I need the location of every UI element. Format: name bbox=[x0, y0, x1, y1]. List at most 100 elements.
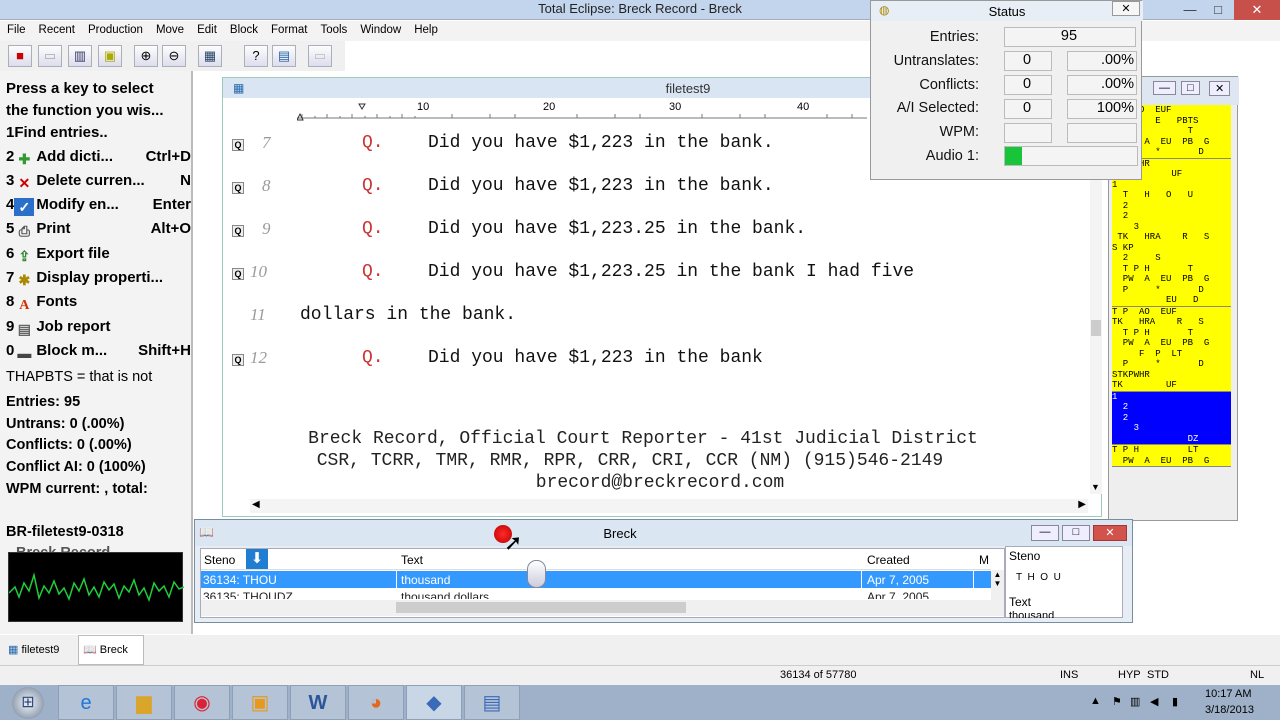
minimize-button[interactable]: — bbox=[1176, 0, 1204, 20]
flag-icon[interactable]: ⚑ bbox=[1112, 695, 1122, 708]
scroll-right-icon[interactable]: ▶ bbox=[1078, 499, 1086, 510]
menu-edit[interactable]: Edit bbox=[190, 21, 223, 36]
toolbar: ■ ▭ ▥ ▣ ⊕ ⊖ ▦ ? ▤ ▭ bbox=[0, 41, 345, 71]
steno-block[interactable]: STKPWHR TK UF1 T H O U 2 2 3 TK HRA R SS… bbox=[1112, 158, 1231, 307]
function-block-mark[interactable]: 0 ▬ Block m... Shift+H bbox=[6, 342, 191, 362]
help-icon[interactable]: ? bbox=[244, 45, 268, 67]
menu-recent[interactable]: Recent bbox=[32, 21, 81, 36]
properties-icon: ✱ bbox=[18, 272, 31, 288]
columns-icon[interactable]: ▥ bbox=[68, 45, 92, 67]
column-steno[interactable]: Steno bbox=[204, 553, 235, 567]
menu-tools[interactable]: Tools bbox=[313, 21, 353, 36]
note-icon[interactable]: ▣ bbox=[98, 45, 122, 67]
stop-icon[interactable]: ■ bbox=[8, 45, 32, 67]
editor-scroll-thumb[interactable] bbox=[1091, 320, 1101, 336]
page-icon[interactable]: ▭ bbox=[38, 45, 62, 67]
function-fonts[interactable]: 8 A Fonts bbox=[6, 293, 191, 315]
status-label-conflicts: Conflicts: bbox=[919, 77, 979, 93]
steno-maximize-button[interactable]: □ bbox=[1181, 81, 1200, 95]
column-created[interactable]: Created bbox=[867, 553, 910, 567]
maximize-button[interactable]: □ bbox=[1204, 0, 1232, 20]
document-icon[interactable]: ▤ bbox=[272, 45, 296, 67]
menu-file[interactable]: File bbox=[0, 21, 32, 36]
line-number: 8 bbox=[262, 176, 271, 195]
transcript-line[interactable]: dollars in the bank. bbox=[300, 305, 516, 325]
clock-date[interactable]: 3/18/2013 bbox=[1205, 704, 1254, 716]
nl-indicator: NL bbox=[1250, 669, 1265, 681]
chrome-icon[interactable]: ◉ bbox=[174, 685, 230, 720]
close-button[interactable]: ✕ bbox=[1234, 0, 1280, 20]
function-export-file[interactable]: 6 ⇪ Export file bbox=[6, 245, 191, 265]
eclipse-icon[interactable]: ◆ bbox=[406, 685, 462, 720]
function-modify-entry[interactable]: 4 ✓ Modify en... Enter bbox=[6, 196, 191, 216]
speaker-label: Q. bbox=[362, 262, 384, 282]
zoom-in-icon[interactable]: ⊕ bbox=[134, 45, 158, 67]
transcript-line[interactable]: Did you have $1,223 in the bank. bbox=[428, 176, 774, 196]
tab-filetest9[interactable]: ▦ filetest9 bbox=[8, 637, 78, 663]
zoom-out-icon[interactable]: ⊖ bbox=[162, 45, 186, 67]
word-icon[interactable]: W bbox=[290, 685, 346, 720]
question-marker: Q bbox=[232, 139, 244, 151]
column-m[interactable]: M bbox=[979, 553, 989, 567]
status-untranslates-count: 0 bbox=[1004, 51, 1052, 71]
scroll-left-icon[interactable]: ◀ bbox=[252, 499, 260, 510]
function-delete-current[interactable]: 3 ✕ Delete curren... N bbox=[6, 172, 191, 192]
transcript-line[interactable]: Did you have $1,223 in the bank bbox=[428, 348, 763, 368]
transcript-line[interactable]: Did you have $1,223.25 in the bank. bbox=[428, 219, 806, 239]
power-icon[interactable]: ▮ bbox=[1172, 695, 1178, 708]
footer-line-1: Breck Record, Official Court Reporter - … bbox=[308, 429, 978, 449]
table-scroll-thumb[interactable] bbox=[396, 602, 686, 613]
preview-text-value: thousand bbox=[1009, 610, 1055, 618]
blank-icon[interactable]: ▭ bbox=[308, 45, 332, 67]
dictionary-close-button[interactable]: ✕ bbox=[1093, 525, 1127, 541]
scroll-down-icon[interactable]: ▼ bbox=[1091, 482, 1100, 492]
menu-move[interactable]: Move bbox=[149, 21, 190, 36]
steno-block[interactable]: 1 2 2 3 DZ bbox=[1112, 391, 1231, 445]
steno-block[interactable]: T P H LT PW A EU PB G bbox=[1112, 445, 1231, 467]
ie-icon[interactable]: e bbox=[58, 685, 114, 720]
volume-icon[interactable]: ◀ bbox=[1150, 695, 1158, 708]
stat-untrans: Untrans: 0 (.00%) bbox=[6, 416, 125, 432]
function-find-entries[interactable]: 1Find entries.. bbox=[6, 124, 191, 141]
function-display-properties[interactable]: 7 ✱ Display properti... bbox=[6, 269, 191, 289]
steno-stroke: TK HRA R S bbox=[1112, 232, 1210, 242]
sort-down-arrow-icon[interactable]: ⬇ bbox=[246, 549, 268, 569]
video-icon[interactable]: ▤ bbox=[464, 685, 520, 720]
menu-block[interactable]: Block bbox=[223, 21, 264, 36]
table-row[interactable]: 36135: THOUDZ thousand dollars Apr 7, 20… bbox=[201, 589, 991, 599]
table-row[interactable]: 36134: THOU thousand Apr 7, 2005 bbox=[201, 570, 991, 588]
steno-stroke: 2 bbox=[1112, 412, 1129, 423]
menu-production[interactable]: Production bbox=[81, 21, 149, 36]
tray-arrow-icon[interactable]: ▲ bbox=[1090, 695, 1101, 707]
clock-time[interactable]: 10:17 AM bbox=[1205, 688, 1251, 700]
transcript-line[interactable]: Did you have $1,223 in the bank. bbox=[428, 133, 774, 153]
function-job-report[interactable]: 9 ▤ Job report bbox=[6, 318, 191, 338]
explorer-icon[interactable]: ▆ bbox=[116, 685, 172, 720]
status-close-button[interactable]: ✕ bbox=[1112, 1, 1140, 16]
editor-horizontal-scrollbar[interactable]: ◀ ▶ bbox=[250, 499, 1088, 513]
preview-text-label: Text bbox=[1009, 595, 1032, 609]
dictionary-maximize-button[interactable]: □ bbox=[1062, 525, 1090, 541]
firefox-icon[interactable]: ◕ bbox=[348, 685, 404, 720]
ruler[interactable]: 10 20 30 40 bbox=[296, 100, 867, 122]
transcript-line[interactable]: Did you have $1,223.25 in the bank I had… bbox=[428, 262, 914, 282]
menu-format[interactable]: Format bbox=[264, 21, 313, 36]
status-conflicts-count: 0 bbox=[1004, 75, 1052, 95]
table-vertical-scrollbar[interactable]: ▲ ▼ bbox=[991, 570, 1004, 616]
function-add-dictionary[interactable]: 2 ✚ Add dicti... Ctrl+D bbox=[6, 148, 191, 168]
function-print[interactable]: 5 ⎙ Print Alt+O bbox=[6, 220, 191, 240]
row-text: thousand bbox=[401, 573, 451, 587]
image-icon[interactable]: ▦ bbox=[198, 45, 222, 67]
menu-window[interactable]: Window bbox=[353, 21, 407, 36]
start-button[interactable]: ⊞ bbox=[12, 687, 44, 719]
column-text[interactable]: Text bbox=[401, 553, 423, 567]
menu-help[interactable]: Help bbox=[407, 21, 444, 36]
dictionary-minimize-button[interactable]: — bbox=[1031, 525, 1059, 541]
steno-block[interactable]: T P AO EUF TK HRA R S T P H T PW A EU PB … bbox=[1112, 306, 1231, 392]
network-icon[interactable]: ▥ bbox=[1130, 695, 1140, 708]
outlook-icon[interactable]: ▣ bbox=[232, 685, 288, 720]
tab-breck[interactable]: 📖 Breck bbox=[78, 635, 144, 665]
steno-close-button[interactable]: ✕ bbox=[1209, 81, 1231, 96]
steno-minimize-button[interactable]: — bbox=[1153, 81, 1176, 95]
table-horizontal-scrollbar[interactable] bbox=[201, 600, 991, 616]
